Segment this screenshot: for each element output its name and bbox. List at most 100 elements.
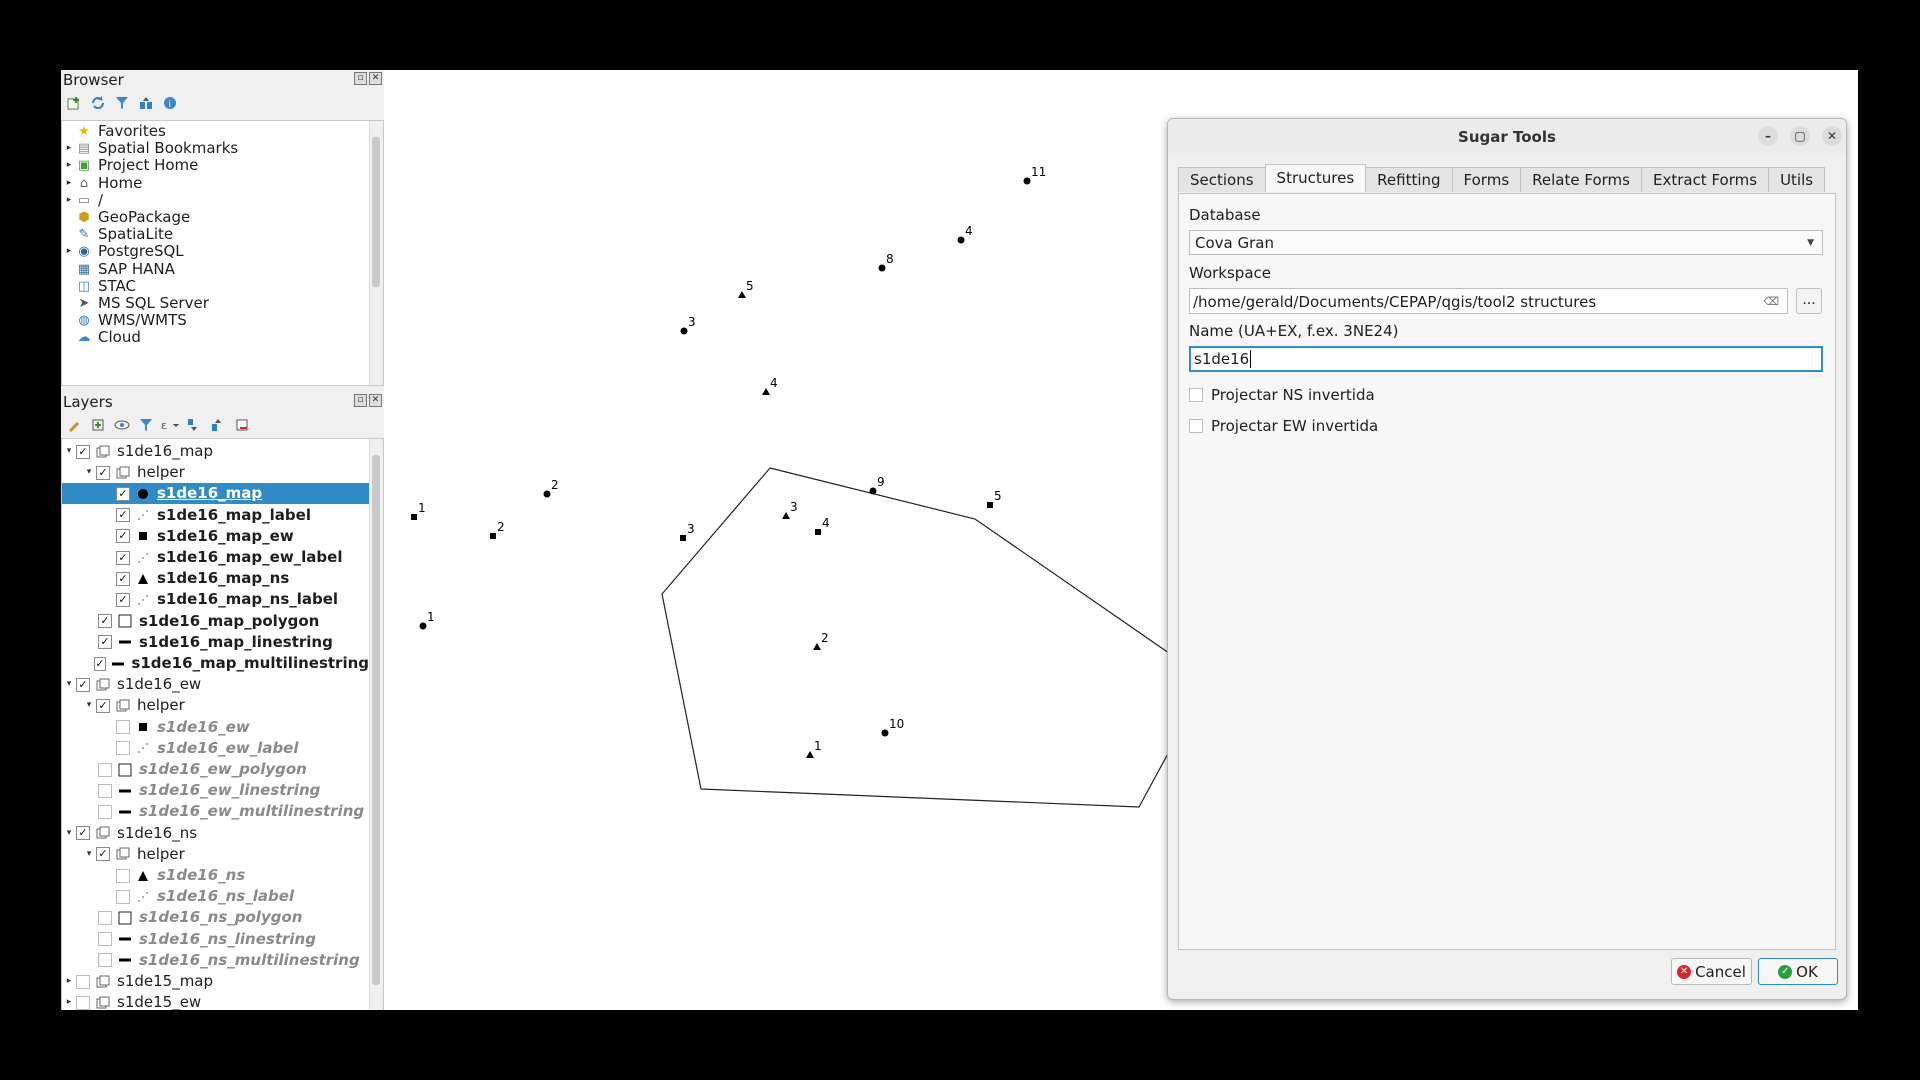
- expand-arrow-icon[interactable]: ▸: [62, 140, 76, 157]
- map-triangle-marker[interactable]: [806, 751, 814, 758]
- layer-row[interactable]: s1de16_ew_linestring: [62, 780, 369, 801]
- browser-scrollbar[interactable]: [369, 121, 383, 385]
- layer-row[interactable]: s1de16_ew: [62, 717, 369, 738]
- ns-invert-row[interactable]: Projectar NS invertida: [1189, 386, 1375, 404]
- tab-utils[interactable]: Utils: [1768, 167, 1826, 192]
- layer-visibility-checkbox[interactable]: [116, 868, 130, 883]
- browser-item[interactable]: ▸ ▤ Spatial Bookmarks: [62, 140, 238, 157]
- layer-visibility-checkbox[interactable]: [98, 953, 112, 968]
- map-dot-marker[interactable]: [680, 327, 688, 335]
- expand-arrow-icon[interactable]: ▸: [62, 992, 76, 1010]
- layer-visibility-checkbox[interactable]: ✓: [116, 592, 130, 607]
- maximize-icon[interactable]: ▢: [1790, 126, 1810, 146]
- layer-row[interactable]: ✓ s1de16_map_ew: [62, 526, 369, 547]
- map-triangle-marker[interactable]: [782, 512, 790, 519]
- layer-visibility-checkbox[interactable]: ✓: [96, 465, 110, 480]
- collapse-all-icon[interactable]: [137, 94, 155, 112]
- layer-row[interactable]: ✓ s1de16_map_polygon: [62, 611, 369, 632]
- tab-refitting[interactable]: Refitting: [1365, 167, 1453, 192]
- map-triangle-marker[interactable]: [813, 643, 821, 650]
- layer-visibility-checkbox[interactable]: [98, 804, 112, 819]
- float-icon[interactable]: ▫: [354, 72, 367, 85]
- layer-visibility-checkbox[interactable]: ✓: [76, 826, 90, 841]
- expand-arrow-icon[interactable]: ▾: [82, 695, 96, 716]
- map-square-marker[interactable]: [680, 535, 686, 541]
- layer-row[interactable]: s1de16_ns_polygon: [62, 907, 369, 928]
- layer-visibility-checkbox[interactable]: ✓: [96, 847, 110, 862]
- tab-structures[interactable]: Structures: [1264, 164, 1367, 192]
- map-dot-marker[interactable]: [1023, 177, 1031, 185]
- map-square-marker[interactable]: [490, 533, 496, 539]
- ok-button[interactable]: ✓ OK: [1758, 958, 1838, 985]
- workspace-input[interactable]: /home/gerald/Documents/CEPAP/qgis/tool2 …: [1189, 288, 1788, 314]
- map-triangle-marker[interactable]: [762, 388, 770, 395]
- expand-all-icon[interactable]: [185, 416, 203, 434]
- tab-sections[interactable]: Sections: [1178, 167, 1266, 192]
- layer-row[interactable]: ✓ s1de16_map_ew_label: [62, 547, 369, 568]
- layer-visibility-checkbox[interactable]: ✓: [116, 550, 130, 565]
- map-dot-marker[interactable]: [419, 622, 427, 630]
- layer-visibility-checkbox[interactable]: ✓: [116, 529, 130, 544]
- close-icon[interactable]: ✕: [369, 72, 382, 85]
- expand-arrow-icon[interactable]: ▾: [62, 674, 76, 695]
- layer-row[interactable]: ▾ ✓ helper: [62, 695, 369, 716]
- ew-invert-row[interactable]: Projectar EW invertida: [1189, 417, 1378, 435]
- layer-visibility-checkbox[interactable]: [116, 720, 130, 735]
- layer-row[interactable]: ✓ s1de16_map_multilinestring: [62, 653, 369, 674]
- map-square-marker[interactable]: [411, 514, 417, 520]
- layer-row[interactable]: ▾ ✓ s1de16_map: [62, 441, 369, 462]
- layer-row[interactable]: s1de16_ns_linestring: [62, 929, 369, 950]
- expand-arrow-icon[interactable]: ▾: [62, 823, 76, 844]
- layer-visibility-checkbox[interactable]: ✓: [96, 698, 110, 713]
- scroll-thumb[interactable]: [372, 137, 380, 287]
- ns-invert-checkbox[interactable]: [1189, 388, 1203, 402]
- expand-arrow-icon[interactable]: ▸: [62, 175, 76, 192]
- map-dot-marker[interactable]: [543, 490, 551, 498]
- filter-legend-icon[interactable]: [137, 416, 155, 434]
- scroll-thumb[interactable]: [372, 455, 380, 985]
- map-square-marker[interactable]: [987, 502, 993, 508]
- layer-row[interactable]: s1de16_ew_multilinestring: [62, 801, 369, 822]
- browser-item[interactable]: ◍ WMS/WMTS: [62, 312, 186, 329]
- layer-visibility-checkbox[interactable]: ✓: [116, 486, 130, 501]
- layer-visibility-checkbox[interactable]: ✓: [76, 444, 90, 459]
- tab-extract-forms[interactable]: Extract Forms: [1640, 167, 1770, 192]
- layer-visibility-checkbox[interactable]: [76, 974, 90, 989]
- map-dot-marker[interactable]: [878, 264, 886, 272]
- close-icon[interactable]: ✕: [369, 394, 382, 407]
- expand-arrow-icon[interactable]: ▾: [82, 462, 96, 483]
- map-dot-marker[interactable]: [869, 487, 877, 495]
- layer-row[interactable]: s1de16_ew_label: [62, 738, 369, 759]
- layer-row[interactable]: ▾ ✓ s1de16_ns: [62, 823, 369, 844]
- layer-row[interactable]: ✓ s1de16_map_ns: [62, 568, 369, 589]
- layer-row[interactable]: ✓ s1de16_map_label: [62, 505, 369, 526]
- layer-row[interactable]: ▾ ✓ s1de16_ew: [62, 674, 369, 695]
- layer-row[interactable]: s1de16_ns: [62, 865, 369, 886]
- cancel-button[interactable]: ✕ Cancel: [1671, 958, 1752, 985]
- expand-arrow-icon[interactable]: ▸: [62, 192, 76, 209]
- filter-expression-icon[interactable]: ε: [161, 416, 179, 434]
- layer-row[interactable]: s1de16_ns_label: [62, 886, 369, 907]
- expand-arrow-icon[interactable]: ▾: [82, 844, 96, 865]
- expand-arrow-icon[interactable]: ▸: [62, 971, 76, 992]
- expand-arrow-icon[interactable]: ▸: [62, 157, 76, 174]
- tab-relate-forms[interactable]: Relate Forms: [1520, 167, 1642, 192]
- style-icon[interactable]: [65, 416, 83, 434]
- close-icon[interactable]: ✕: [1822, 126, 1842, 146]
- layer-visibility-checkbox[interactable]: [76, 995, 90, 1010]
- browser-item[interactable]: ▸ ▭ /: [62, 191, 103, 209]
- dialog-titlebar[interactable]: Sugar Tools – ▢ ✕: [1168, 119, 1846, 155]
- remove-layer-icon[interactable]: [233, 416, 251, 434]
- map-dot-marker[interactable]: [881, 729, 889, 737]
- map-square-marker[interactable]: [815, 529, 821, 535]
- layer-visibility-checkbox[interactable]: [98, 910, 112, 925]
- layer-visibility-checkbox[interactable]: [98, 762, 112, 777]
- layer-row[interactable]: ▾ ✓ helper: [62, 844, 369, 865]
- visibility-icon[interactable]: [113, 416, 131, 434]
- map-triangle-marker[interactable]: [738, 291, 746, 298]
- filter-icon[interactable]: [113, 94, 131, 112]
- add-group-icon[interactable]: [89, 416, 107, 434]
- refresh-icon[interactable]: [89, 94, 107, 112]
- float-icon[interactable]: ▫: [354, 394, 367, 407]
- layer-row[interactable]: ✓ s1de16_map: [62, 483, 369, 505]
